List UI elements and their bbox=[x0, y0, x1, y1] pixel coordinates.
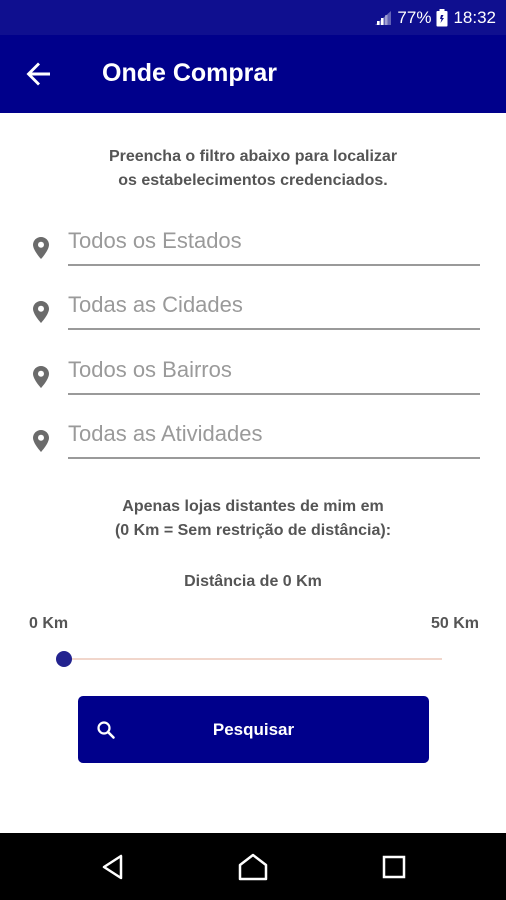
district-filter-underline bbox=[68, 393, 480, 395]
distance-description: Apenas lojas distantes de mim em (0 Km =… bbox=[0, 495, 506, 543]
nav-back-icon[interactable] bbox=[98, 851, 130, 883]
state-filter-field[interactable]: Todos os Estados bbox=[28, 226, 480, 266]
district-filter-placeholder[interactable]: Todos os Bairros bbox=[68, 357, 232, 383]
nav-recents-icon[interactable] bbox=[378, 851, 410, 883]
intro-line-2: os estabelecimentos credenciados. bbox=[118, 172, 388, 189]
city-filter-field[interactable]: Todas as Cidades bbox=[28, 290, 480, 330]
navigation-bar bbox=[0, 833, 506, 900]
slider-min-label: 0 Km bbox=[29, 615, 69, 632]
activity-filter-placeholder[interactable]: Todas as Atividades bbox=[68, 421, 262, 447]
page-title: Onde Comprar bbox=[102, 59, 278, 87]
search-button-label[interactable]: Pesquisar bbox=[78, 720, 429, 740]
location-pin-icon bbox=[33, 301, 49, 323]
distance-description-line-1: Apenas lojas distantes de mim em bbox=[122, 498, 384, 515]
slider-track[interactable] bbox=[64, 658, 442, 660]
location-pin-icon bbox=[33, 430, 49, 452]
battery-percent: 77% bbox=[397, 8, 432, 27]
slider-max-label: 50 Km bbox=[430, 615, 479, 632]
battery-icon bbox=[436, 9, 448, 27]
intro-line-1: Preencha o filtro abaixo para localizar bbox=[108, 148, 398, 165]
back-arrow-icon[interactable] bbox=[22, 57, 56, 91]
status-indicators: 77% 18:32 bbox=[374, 7, 496, 29]
location-pin-icon bbox=[33, 237, 49, 259]
activity-filter-underline bbox=[68, 457, 480, 459]
state-filter-placeholder[interactable]: Todos os Estados bbox=[68, 228, 242, 254]
location-pin-icon bbox=[33, 366, 49, 388]
distance-value-label: Distância de 0 Km bbox=[184, 573, 322, 590]
city-filter-placeholder[interactable]: Todas as Cidades bbox=[68, 292, 243, 318]
slider-thumb[interactable] bbox=[56, 651, 72, 667]
intro-text: Preencha o filtro abaixo para localizar … bbox=[0, 145, 506, 193]
city-filter-underline bbox=[68, 328, 480, 330]
distance-slider[interactable] bbox=[56, 646, 448, 672]
activity-filter-field[interactable]: Todas as Atividades bbox=[28, 419, 480, 459]
state-filter-underline bbox=[68, 264, 480, 266]
app-bar: Onde Comprar bbox=[0, 35, 506, 113]
nav-home-icon[interactable] bbox=[237, 851, 269, 883]
distance-description-line-2: (0 Km = Sem restrição de distância): bbox=[114, 522, 392, 539]
district-filter-field[interactable]: Todos os Bairros bbox=[28, 355, 480, 395]
search-button[interactable]: Pesquisar bbox=[78, 696, 429, 763]
clock: 18:32 bbox=[453, 8, 496, 27]
signal-icon bbox=[375, 11, 392, 25]
status-bar: 77% 18:32 bbox=[0, 0, 506, 35]
